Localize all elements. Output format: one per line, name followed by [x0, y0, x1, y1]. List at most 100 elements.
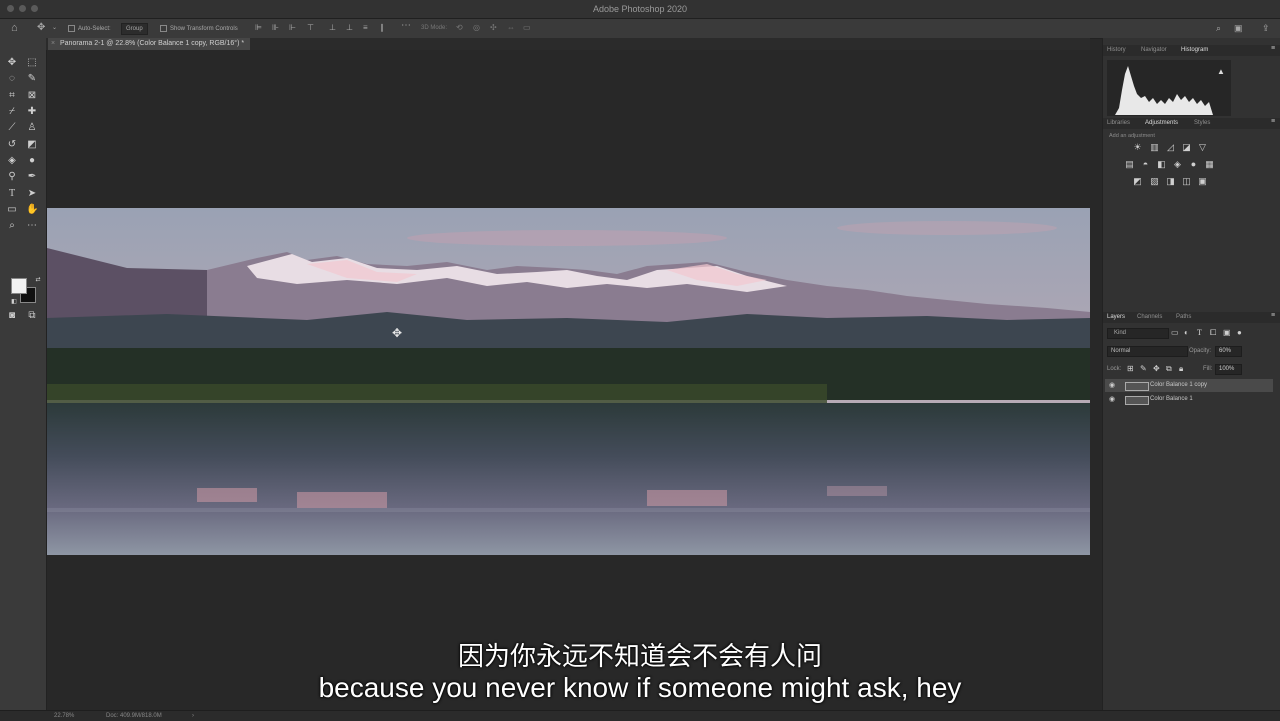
- dodge-tool-icon[interactable]: ⚲: [6, 171, 18, 183]
- document-tab[interactable]: × Panorama 2-1 @ 22.8% (Color Balance 1 …: [48, 38, 251, 50]
- pen-tool-icon[interactable]: ✒: [26, 171, 38, 183]
- gradient-icon[interactable]: ▽: [1198, 143, 1207, 152]
- tab-histogram[interactable]: Histogram: [1181, 47, 1208, 53]
- align-right-icon[interactable]: ⊩: [289, 22, 296, 34]
- filter-adjustment-icon[interactable]: ◐: [1184, 328, 1189, 337]
- hue-saturation-icon[interactable]: ◓: [1141, 160, 1150, 169]
- align-left-icon[interactable]: ⊫: [255, 22, 262, 34]
- color-balance-icon[interactable]: ◧: [1157, 160, 1166, 169]
- filter-pixel-icon[interactable]: ▭: [1171, 328, 1179, 337]
- threshold-icon[interactable]: ◨: [1166, 177, 1175, 186]
- opacity-field[interactable]: 60%: [1215, 346, 1242, 357]
- healing-brush-tool-icon[interactable]: ✚: [26, 106, 38, 118]
- workspace-icon[interactable]: ▣: [1234, 22, 1243, 34]
- eyedropper-tool-icon[interactable]: ⌿: [6, 106, 18, 118]
- zoom-tool-icon[interactable]: ⌕: [6, 220, 18, 232]
- history-brush-tool-icon[interactable]: ↺: [6, 139, 18, 151]
- paint-bucket-tool-icon[interactable]: ◈: [6, 155, 18, 167]
- close-tab-icon[interactable]: ×: [51, 38, 55, 50]
- align-center-icon[interactable]: ⊪: [272, 22, 279, 34]
- 3d-roll-icon[interactable]: ◎: [473, 22, 480, 34]
- fill-field[interactable]: 100%: [1215, 364, 1242, 375]
- blur-tool-icon[interactable]: ●: [26, 155, 38, 167]
- home-icon[interactable]: ⌂: [11, 22, 18, 34]
- type-tool-icon[interactable]: T: [6, 188, 18, 200]
- tab-paths[interactable]: Paths: [1176, 314, 1191, 320]
- align-top-icon[interactable]: ⊤: [307, 22, 314, 34]
- 3d-pan-icon[interactable]: ✣: [490, 22, 497, 34]
- auto-select-checkbox[interactable]: Auto-Select:: [68, 25, 111, 32]
- visibility-eye-icon[interactable]: ◉: [1109, 393, 1115, 406]
- panel-menu-icon[interactable]: ≡: [1271, 45, 1275, 52]
- distribute-icon[interactable]: ≡: [363, 22, 368, 34]
- layer-row-color-balance-1[interactable]: ◉ Color Balance 1: [1105, 393, 1273, 406]
- brush-tool-icon[interactable]: ⟋: [6, 122, 18, 134]
- quick-mask-icon[interactable]: ◙: [6, 310, 18, 322]
- panel-menu-icon[interactable]: ≡: [1271, 312, 1275, 319]
- filter-toggle-icon[interactable]: ●: [1237, 328, 1242, 337]
- filter-smart-object-icon[interactable]: ▣: [1223, 328, 1231, 337]
- 3d-scale-icon[interactable]: ▭: [523, 22, 531, 34]
- lock-all-icon[interactable]: 🔒︎: [1179, 364, 1183, 373]
- swap-colors-icon[interactable]: ⇄: [32, 274, 44, 286]
- tab-history[interactable]: History: [1107, 47, 1126, 53]
- visibility-eye-icon[interactable]: ◉: [1109, 379, 1115, 392]
- show-transform-controls-checkbox[interactable]: Show Transform Controls: [160, 25, 238, 32]
- hand-tool-icon[interactable]: ✋: [26, 204, 38, 216]
- panorama-image[interactable]: [47, 208, 1090, 555]
- black-white-icon[interactable]: ◈: [1173, 160, 1182, 169]
- auto-select-target-dropdown[interactable]: Group: [121, 23, 148, 35]
- clone-stamp-tool-icon[interactable]: ♙: [26, 122, 38, 134]
- histogram-warning-icon[interactable]: ▲: [1217, 67, 1225, 76]
- lock-position-icon[interactable]: ✥: [1153, 364, 1160, 373]
- align-middle-icon[interactable]: ⊥: [329, 22, 336, 34]
- filter-shape-icon[interactable]: ⧠: [1210, 328, 1216, 337]
- eraser-tool-icon[interactable]: ◩: [26, 139, 38, 151]
- selective-color-icon[interactable]: ◫: [1182, 177, 1191, 186]
- search-icon[interactable]: ⌕: [1216, 22, 1221, 34]
- 3d-slide-icon[interactable]: ⇔: [507, 22, 515, 34]
- foreground-color-swatch[interactable]: [11, 278, 27, 294]
- lock-image-icon[interactable]: ✎: [1140, 364, 1147, 373]
- curves-icon[interactable]: ◿: [1166, 143, 1175, 152]
- vibrance-icon[interactable]: ▤: [1125, 160, 1134, 169]
- share-icon[interactable]: ⇪: [1262, 22, 1270, 34]
- panel-menu-icon[interactable]: ≡: [1271, 118, 1275, 125]
- gradient-map-icon[interactable]: ▣: [1198, 177, 1207, 186]
- path-selection-tool-icon[interactable]: ➤: [26, 188, 38, 200]
- tab-channels[interactable]: Channels: [1137, 314, 1162, 320]
- default-colors-icon[interactable]: ◧: [8, 296, 20, 308]
- brightness-contrast-icon[interactable]: ☀: [1133, 143, 1142, 152]
- layer-filter-select[interactable]: Kind: [1107, 328, 1169, 339]
- lock-transparent-icon[interactable]: ⊞: [1127, 364, 1134, 373]
- blend-mode-select[interactable]: Normal: [1107, 346, 1188, 357]
- levels-icon[interactable]: ▥: [1150, 143, 1159, 152]
- distribute-vertical-icon[interactable]: ∥: [380, 22, 384, 34]
- color-lookup-icon[interactable]: ▦: [1205, 160, 1214, 169]
- lock-artboard-icon[interactable]: ⧉: [1166, 364, 1172, 373]
- 3d-orbit-icon[interactable]: ⟲: [456, 22, 463, 34]
- crop-tool-icon[interactable]: ⌗: [6, 90, 18, 102]
- exposure-icon[interactable]: ◪: [1182, 143, 1191, 152]
- quick-select-tool-icon[interactable]: ✎: [26, 73, 38, 85]
- rectangle-tool-icon[interactable]: ▭: [6, 204, 18, 216]
- frame-tool-icon[interactable]: ⊠: [26, 90, 38, 102]
- chevron-down-icon[interactable]: ⌄: [52, 22, 57, 34]
- tab-layers[interactable]: Layers: [1107, 314, 1125, 320]
- invert-icon[interactable]: ◩: [1133, 177, 1142, 186]
- layer-row-color-balance-1-copy[interactable]: ◉ Color Balance 1 copy: [1105, 379, 1273, 392]
- tab-styles[interactable]: Styles: [1194, 120, 1210, 126]
- posterize-icon[interactable]: ▧: [1150, 177, 1159, 186]
- marquee-tool-icon[interactable]: ⬚: [26, 57, 38, 69]
- more-options-icon[interactable]: ⋯: [401, 20, 411, 32]
- screen-mode-icon[interactable]: ⧉: [26, 310, 38, 322]
- filter-type-icon[interactable]: T: [1197, 328, 1202, 337]
- tab-libraries[interactable]: Libraries: [1107, 120, 1130, 126]
- more-tools-icon[interactable]: ⋯: [26, 220, 38, 232]
- tab-adjustments[interactable]: Adjustments: [1145, 120, 1178, 126]
- move-tool-icon[interactable]: ✥: [6, 57, 18, 69]
- tab-navigator[interactable]: Navigator: [1141, 47, 1167, 53]
- move-tool-icon[interactable]: ✥: [37, 22, 45, 34]
- lasso-tool-icon[interactable]: ◌: [6, 73, 18, 85]
- photo-filter-icon[interactable]: ●: [1189, 160, 1198, 169]
